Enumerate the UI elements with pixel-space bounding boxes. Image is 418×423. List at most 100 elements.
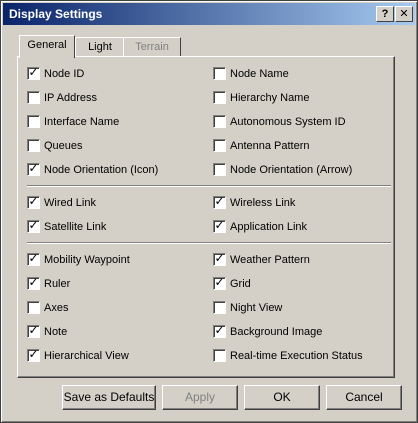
- checkbox-label: Node ID: [44, 67, 85, 80]
- checkbox-label: Note: [44, 325, 68, 338]
- checkbox-grid[interactable]: ✓ Grid: [213, 275, 251, 290]
- checkbox-box[interactable]: [213, 349, 226, 362]
- checkbox-application-link[interactable]: ✓ Application Link: [213, 218, 308, 233]
- checkbox-box[interactable]: ✓: [27, 194, 40, 209]
- checkbox-box[interactable]: [213, 301, 226, 314]
- checkbox-note[interactable]: ✓ Note: [27, 323, 68, 338]
- checkbox-box[interactable]: [27, 139, 40, 152]
- checkbox-queues[interactable]: Queues: [27, 139, 83, 152]
- checkbox-label: Axes: [44, 301, 69, 314]
- checkbox-background-image[interactable]: ✓ Background Image: [213, 323, 323, 338]
- checkbox-box[interactable]: [27, 115, 40, 128]
- checkbox-label: Grid: [230, 277, 251, 290]
- tab-terrain: Terrain: [123, 37, 181, 57]
- checkbox-box[interactable]: ✓: [27, 251, 40, 266]
- group-separator: [27, 242, 391, 244]
- checkbox-label: Wireless Link: [230, 196, 296, 209]
- checkbox-hierarchy-name[interactable]: Hierarchy Name: [213, 91, 309, 104]
- checkbox-box[interactable]: [27, 91, 40, 104]
- check-mark-icon: ✓: [214, 251, 225, 265]
- checkbox-node-name[interactable]: Node Name: [213, 67, 289, 80]
- check-mark-icon: ✓: [28, 161, 39, 175]
- checkbox-box[interactable]: [213, 139, 226, 152]
- checkbox-wireless-link[interactable]: ✓ Wireless Link: [213, 194, 296, 209]
- checkbox-axes[interactable]: Axes: [27, 301, 68, 314]
- apply-button: Apply: [162, 385, 238, 410]
- checkbox-label: IP Address: [44, 91, 97, 104]
- tab-general[interactable]: General: [19, 35, 75, 58]
- check-mark-icon: ✓: [28, 323, 39, 337]
- checkbox-realtime-execution-status[interactable]: Real-time Execution Status: [213, 349, 363, 362]
- checkbox-label: Interface Name: [44, 115, 120, 128]
- checkbox-label: Satellite Link: [44, 220, 107, 233]
- checkbox-label: Wired Link: [44, 196, 96, 209]
- check-mark-icon: ✓: [28, 251, 39, 265]
- checkbox-label: Night View: [230, 301, 283, 314]
- checkbox-label: Real-time Execution Status: [230, 349, 363, 362]
- checkbox-box[interactable]: ✓: [27, 218, 40, 233]
- checkbox-antenna-pattern[interactable]: Antenna Pattern: [213, 139, 310, 152]
- checkbox-box[interactable]: ✓: [213, 275, 226, 290]
- checkbox-label: Background Image: [230, 325, 323, 338]
- display-settings-dialog: Display Settings ? ✕ General Light Terra…: [0, 0, 418, 423]
- checkbox-box[interactable]: ✓: [213, 323, 226, 338]
- checkbox-box[interactable]: ✓: [27, 275, 40, 290]
- check-mark-icon: ✓: [214, 275, 225, 289]
- checkbox-box[interactable]: [213, 163, 226, 176]
- check-mark-icon: ✓: [214, 218, 225, 232]
- checkbox-label: Antenna Pattern: [230, 139, 310, 152]
- checkbox-node-orientation-arrow[interactable]: Node Orientation (Arrow): [213, 163, 352, 176]
- checkbox-label: Hierarchical View: [44, 349, 129, 362]
- checkbox-box[interactable]: ✓: [213, 251, 226, 266]
- checkbox-box[interactable]: [213, 91, 226, 104]
- help-button[interactable]: ?: [376, 6, 394, 22]
- checkbox-label: Autonomous System ID: [230, 115, 346, 128]
- checkbox-box[interactable]: [27, 301, 40, 314]
- checkbox-night-view[interactable]: Night View: [213, 301, 282, 314]
- checkbox-box[interactable]: ✓: [27, 347, 40, 362]
- checkbox-label: Hierarchy Name: [230, 91, 310, 104]
- checkbox-hierarchical-view[interactable]: ✓ Hierarchical View: [27, 347, 129, 362]
- checkbox-label: Node Orientation (Icon): [44, 163, 159, 176]
- general-tab-panel: [17, 56, 395, 378]
- checkbox-box[interactable]: [213, 67, 226, 80]
- checkbox-autonomous-system-id[interactable]: Autonomous System ID: [213, 115, 346, 128]
- checkbox-ip-address[interactable]: IP Address: [27, 91, 97, 104]
- checkbox-label: Queues: [44, 139, 83, 152]
- check-mark-icon: ✓: [28, 194, 39, 208]
- close-button[interactable]: ✕: [395, 6, 413, 22]
- checkbox-label: Mobility Waypoint: [44, 253, 130, 266]
- checkbox-satellite-link[interactable]: ✓ Satellite Link: [27, 218, 107, 233]
- checkbox-label: Ruler: [44, 277, 71, 290]
- checkbox-interface-name[interactable]: Interface Name: [27, 115, 119, 128]
- checkbox-label: Node Name: [230, 67, 289, 80]
- checkbox-label: Weather Pattern: [230, 253, 310, 266]
- checkbox-node-id[interactable]: ✓ Node ID: [27, 65, 85, 80]
- checkbox-box[interactable]: ✓: [213, 194, 226, 209]
- checkbox-box[interactable]: ✓: [213, 218, 226, 233]
- save-as-defaults-button[interactable]: Save as Defaults: [62, 385, 156, 410]
- checkbox-ruler[interactable]: ✓ Ruler: [27, 275, 71, 290]
- ok-button[interactable]: OK: [244, 385, 320, 410]
- check-mark-icon: ✓: [28, 275, 39, 289]
- checkbox-label: Application Link: [230, 220, 308, 233]
- cancel-button[interactable]: Cancel: [326, 385, 402, 410]
- tab-light[interactable]: Light: [75, 37, 125, 57]
- checkbox-box[interactable]: [213, 115, 226, 128]
- checkbox-node-orientation-icon[interactable]: ✓ Node Orientation (Icon): [27, 161, 159, 176]
- dialog-title: Display Settings: [9, 7, 103, 21]
- check-mark-icon: ✓: [214, 194, 225, 208]
- checkbox-wired-link[interactable]: ✓ Wired Link: [27, 194, 96, 209]
- check-mark-icon: ✓: [28, 65, 39, 79]
- group-separator: [27, 185, 391, 187]
- title-bar[interactable]: Display Settings ? ✕: [3, 3, 415, 25]
- checkbox-weather-pattern[interactable]: ✓ Weather Pattern: [213, 251, 310, 266]
- checkbox-box[interactable]: ✓: [27, 161, 40, 176]
- checkbox-box[interactable]: ✓: [27, 323, 40, 338]
- check-mark-icon: ✓: [28, 347, 39, 361]
- checkbox-label: Node Orientation (Arrow): [230, 163, 353, 176]
- checkbox-mobility-waypoint[interactable]: ✓ Mobility Waypoint: [27, 251, 130, 266]
- check-mark-icon: ✓: [28, 218, 39, 232]
- check-mark-icon: ✓: [214, 323, 225, 337]
- checkbox-box[interactable]: ✓: [27, 65, 40, 80]
